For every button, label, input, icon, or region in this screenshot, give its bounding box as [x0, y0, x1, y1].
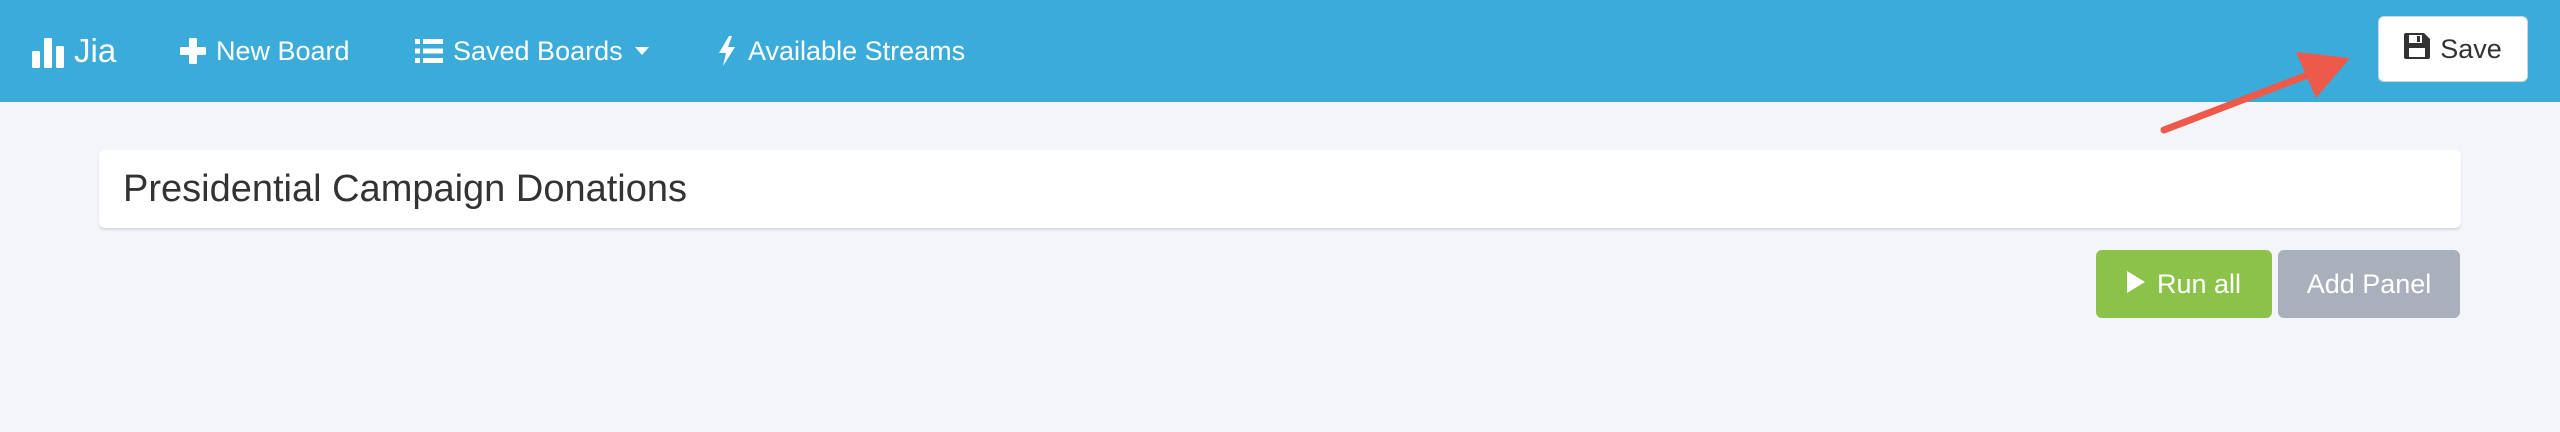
- add-panel-label: Add Panel: [2306, 268, 2432, 299]
- caret-down-icon: [634, 47, 649, 55]
- board-title-input[interactable]: [99, 150, 2461, 228]
- new-board-label: New Board: [216, 35, 350, 66]
- play-icon: [2126, 269, 2145, 300]
- bar-chart-icon: [32, 34, 64, 68]
- brand-label: Jia: [74, 32, 117, 69]
- saved-boards-label: Saved Boards: [453, 35, 623, 66]
- add-panel-button[interactable]: Add Panel: [2278, 250, 2460, 318]
- saved-boards-dropdown[interactable]: Saved Boards: [415, 0, 649, 102]
- save-label: Save: [2440, 33, 2502, 64]
- new-board-link[interactable]: New Board: [180, 0, 350, 102]
- save-button[interactable]: Save: [2378, 16, 2528, 82]
- available-streams-label: Available Streams: [748, 35, 966, 66]
- annotation-arrow: [2160, 52, 2350, 134]
- list-icon: [415, 38, 443, 64]
- available-streams-link[interactable]: Available Streams: [718, 0, 965, 102]
- run-all-label: Run all: [2156, 268, 2242, 299]
- plus-icon: [180, 38, 206, 64]
- brand-link[interactable]: Jia: [32, 0, 116, 102]
- floppy-disk-icon: [2404, 32, 2431, 66]
- bolt-icon: [718, 36, 736, 66]
- run-all-button[interactable]: Run all: [2096, 250, 2272, 318]
